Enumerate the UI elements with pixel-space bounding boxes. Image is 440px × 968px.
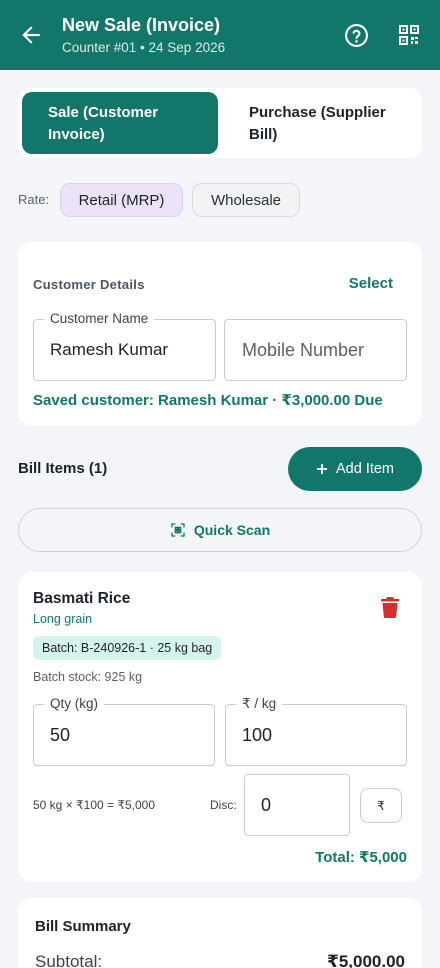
mobile-number-placeholder: Mobile Number: [242, 340, 365, 360]
tab-sale-invoice[interactable]: Sale (Customer Invoice): [22, 92, 218, 154]
add-item-label: Add Item: [335, 461, 395, 477]
quick-scan-label: Quick Scan: [193, 522, 271, 538]
batch-badge: Batch: B-240926-1 · 25 kg bag: [33, 636, 222, 660]
customer-name-field[interactable]: Customer Name Ramesh Kumar: [33, 311, 216, 381]
item-total: Total: ₹5,000: [315, 849, 407, 866]
rate-per-kg-field[interactable]: ₹ / kg 100: [225, 696, 407, 766]
mobile-number-field[interactable]: Mobile Number: [224, 319, 407, 381]
discount-label: Disc:: [210, 798, 237, 812]
quick-scan-button[interactable]: Quick Scan: [18, 508, 422, 552]
app-bar: New Sale (Invoice) Counter #01 • 24 Sep …: [0, 0, 440, 70]
discount-type-button[interactable]: ₹: [360, 788, 402, 823]
back-arrow-icon[interactable]: [18, 22, 44, 48]
customer-name-label: Customer Name: [44, 311, 155, 327]
quantity-field[interactable]: Qty (kg) 50: [33, 696, 215, 766]
bill-summary-card: Bill Summary Subtotal: ₹5,000.00: [18, 898, 422, 968]
rate-per-kg-label: ₹ / kg: [236, 696, 283, 712]
line-calculation: 50 kg × ₹100 = ₹5,000: [33, 798, 156, 812]
customer-section-title: Customer Details: [33, 277, 145, 292]
bill-item-card: Basmati Rice Long grain Batch: B-240926-…: [18, 572, 422, 882]
plus-icon: [316, 464, 327, 474]
subtotal-value: ₹5,000.00: [326, 952, 405, 968]
customer-details-card: Customer Details Select Customer Name Ra…: [18, 242, 422, 426]
saved-customer-info: Saved customer: Ramesh Kumar · ₹3,000.00…: [33, 392, 383, 409]
delete-icon[interactable]: [380, 596, 400, 618]
quantity-value: 50: [50, 725, 71, 745]
rate-per-kg-value: 100: [242, 725, 273, 745]
invoice-type-toggle: Sale (Customer Invoice) Purchase (Suppli…: [18, 88, 422, 158]
page-subtitle: Counter #01 • 24 Sep 2026: [62, 40, 226, 55]
bill-summary-title: Bill Summary: [35, 918, 131, 935]
help-icon[interactable]: [344, 23, 369, 48]
tab-purchase-bill[interactable]: Purchase (Supplier Bill): [222, 92, 418, 154]
select-customer-button[interactable]: Select: [349, 275, 393, 292]
scan-icon: [171, 523, 185, 537]
add-item-button[interactable]: Add Item: [288, 447, 422, 491]
rate-wholesale-chip[interactable]: Wholesale: [192, 183, 300, 217]
rate-retail-chip[interactable]: Retail (MRP): [60, 183, 183, 217]
item-name: Basmati Rice: [33, 590, 131, 607]
discount-value: 0: [261, 795, 272, 815]
customer-name-value: Ramesh Kumar: [50, 340, 169, 359]
page-title: New Sale (Invoice): [62, 15, 221, 35]
qr-code-icon[interactable]: [397, 23, 421, 47]
discount-field[interactable]: 0: [244, 774, 350, 836]
item-variant: Long grain: [33, 612, 93, 626]
batch-stock: Batch stock: 925 kg: [33, 670, 143, 684]
quantity-label: Qty (kg): [44, 696, 105, 712]
subtotal-label: Subtotal:: [35, 952, 103, 968]
bill-items-title: Bill Items (1): [18, 460, 108, 477]
rate-label: Rate:: [18, 192, 50, 207]
